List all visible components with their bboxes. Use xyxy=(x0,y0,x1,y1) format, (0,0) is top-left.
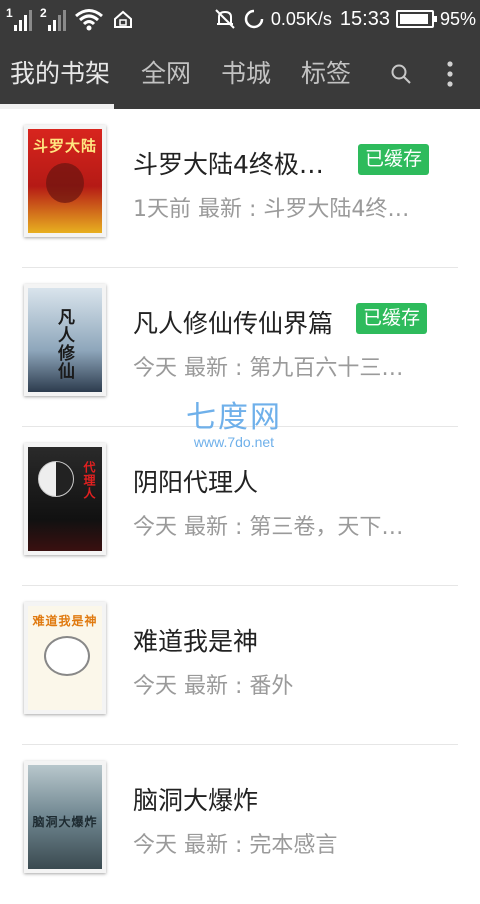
book-cover[interactable]: 凡人修仙 xyxy=(24,284,106,396)
sim2-signal-icon: 2 xyxy=(40,7,66,31)
cover-title: 代理人 xyxy=(82,461,96,500)
book-cover[interactable]: 脑洞大爆炸 xyxy=(24,761,106,873)
book-cover[interactable]: 斗罗大陆 xyxy=(24,125,106,237)
more-vertical-icon[interactable] xyxy=(438,38,462,109)
cached-badge: 已缓存 xyxy=(356,303,428,334)
tab-bookshelf[interactable]: 我的书架 xyxy=(10,38,110,109)
book-title: 难道我是神 xyxy=(133,627,259,656)
watermark: 七度网 www.7do.net xyxy=(186,400,282,451)
tab-bookstore[interactable]: 书城 xyxy=(221,38,271,109)
top-tab-bar: 我的书架 全网 书城 标签 xyxy=(0,38,480,109)
list-item[interactable]: 难道我是神 难道我是神 今天 最新 : 番外 xyxy=(0,586,480,745)
cover-title: 凡人修仙 xyxy=(54,308,74,380)
book-update-info: 今天 最新 : 完本感言 xyxy=(133,833,338,858)
alarm-icon xyxy=(244,9,264,29)
book-title: 斗罗大陆4终极… xyxy=(133,150,324,179)
list-item[interactable]: 脑洞大爆炸 脑洞大爆炸 今天 最新 : 完本感言 xyxy=(0,745,480,904)
cover-title: 难道我是神 xyxy=(32,614,98,628)
net-speed: 0.05K/s xyxy=(270,8,332,29)
book-title: 凡人修仙传仙界篇 xyxy=(133,309,334,338)
search-icon[interactable] xyxy=(386,38,416,109)
book-cover[interactable]: 代理人 xyxy=(24,443,106,555)
tab-tags[interactable]: 标签 xyxy=(301,38,351,109)
book-title: 阴阳代理人 xyxy=(133,468,259,497)
book-update-info: 1天前 最新 : 斗罗大陆4终… xyxy=(133,197,410,222)
watermark-title: 七度网 xyxy=(186,400,282,435)
book-update-info: 今天 最新 : 第三卷，天下… xyxy=(133,515,404,540)
home-icon xyxy=(114,10,132,28)
sim2-label: 2 xyxy=(40,6,47,20)
book-update-info: 今天 最新 : 番外 xyxy=(133,674,294,699)
status-right: 0.05K/s 15:33 95% xyxy=(213,6,476,32)
clock: 15:33 xyxy=(339,7,390,30)
tab-all-web[interactable]: 全网 xyxy=(141,38,191,109)
book-cover[interactable]: 难道我是神 xyxy=(24,602,106,714)
mute-bell-icon xyxy=(215,9,235,29)
list-item[interactable]: 斗罗大陆 斗罗大陆4终极… 已缓存 1天前 最新 : 斗罗大陆4终… xyxy=(0,109,480,268)
status-bar: 1 2 0.05K/s 15:33 95% xyxy=(0,0,480,38)
cached-badge: 已缓存 xyxy=(358,144,430,175)
book-title: 脑洞大爆炸 xyxy=(133,786,259,815)
battery-icon xyxy=(395,10,437,28)
status-left: 1 2 xyxy=(6,6,134,32)
wifi-icon xyxy=(75,9,103,31)
cover-title: 脑洞大爆炸 xyxy=(32,815,98,829)
list-item[interactable]: 代理人 阴阳代理人 今天 最新 : 第三卷，天下… xyxy=(0,427,480,586)
sim1-label: 1 xyxy=(6,6,13,20)
book-update-info: 今天 最新 : 第九百六十三… xyxy=(133,356,404,381)
battery-percent: 95% xyxy=(439,8,476,29)
sim1-signal-icon: 1 xyxy=(6,7,32,31)
watermark-url: www.7do.net xyxy=(193,434,275,450)
cover-title: 斗罗大陆 xyxy=(32,137,97,155)
